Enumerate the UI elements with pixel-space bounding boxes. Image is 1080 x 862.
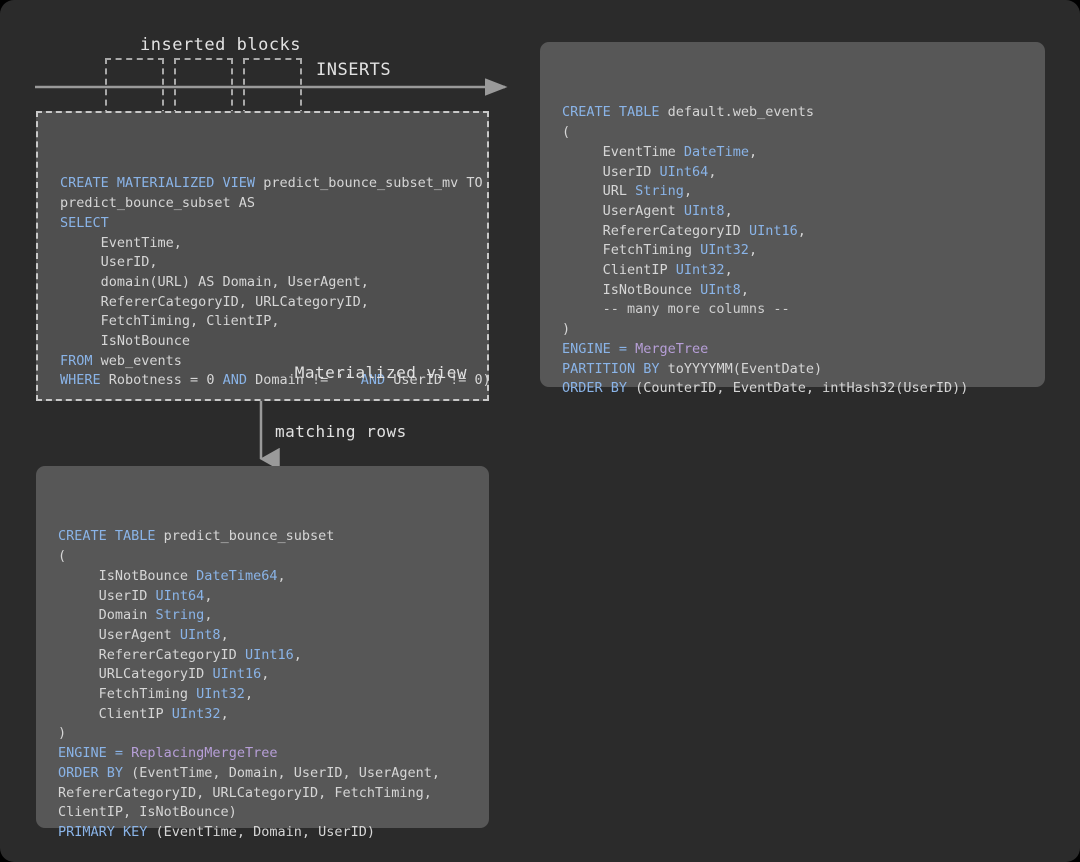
inserted-blocks-label: inserted blocks [140, 35, 302, 55]
code-line: ORDER BY (EventTime, Domain, UserID, Use… [58, 764, 441, 781]
code-line: UserID UInt64, [562, 163, 717, 180]
code-line: URL String, [562, 183, 693, 200]
code-line: FetchTiming UInt32, [562, 242, 758, 259]
code-line: RefererCategoryID UInt16, [58, 646, 302, 663]
materialized-view-code-panel[interactable]: CREATE MATERIALIZED VIEW predict_bounce_… [36, 111, 491, 401]
code-line: RefererCategoryID UInt16, [562, 222, 806, 239]
code-line: RefererCategoryID, URLCategoryID, FetchT… [58, 784, 432, 801]
code-line: ) [562, 321, 571, 338]
code-line: ( [562, 124, 571, 141]
inserted-block-1 [105, 58, 164, 116]
code-line: EventTime, [60, 234, 182, 251]
code-line: IsNotBounce UInt8, [562, 281, 749, 298]
code-line: URLCategoryID UInt16, [58, 666, 270, 683]
web-events-code: CREATE TABLE default.web_events ( EventTi… [562, 103, 1027, 399]
predict-bounce-subset-code: CREATE TABLE predict_bounce_subset ( IsNo… [58, 527, 471, 842]
inserted-block-2 [174, 58, 233, 116]
code-line: ENGINE = MergeTree [562, 340, 709, 357]
inserts-label: INSERTS [316, 60, 392, 80]
code-line: ( [58, 548, 67, 565]
code-line: Domain String, [58, 607, 213, 624]
code-line: ) [58, 725, 67, 742]
code-line: ORDER BY (CounterID, EventDate, intHash3… [562, 380, 969, 397]
predict-bounce-subset-table-code-panel[interactable]: CREATE TABLE predict_bounce_subset ( IsNo… [36, 466, 489, 840]
code-line: predict_bounce_subset AS [60, 195, 256, 212]
code-line: FetchTiming, ClientIP, [60, 313, 280, 330]
web-events-table-code-panel[interactable]: CREATE TABLE default.web_events ( EventTi… [540, 42, 1045, 396]
code-line: UserID UInt64, [58, 587, 213, 604]
code-line: PARTITION BY toYYYYMM(EventDate) [562, 360, 823, 377]
code-line: UserAgent UInt8, [562, 202, 733, 219]
code-line: ClientIP UInt32, [562, 262, 733, 279]
code-line: IsNotBounce DateTime64, [58, 567, 286, 584]
code-line: EventTime DateTime, [562, 143, 758, 160]
code-line: CREATE TABLE predict_bounce_subset [58, 528, 335, 545]
code-line: -- many more columns -- [562, 301, 790, 318]
inserted-block-3 [243, 58, 302, 116]
code-line: domain(URL) AS Domain, UserAgent, [60, 273, 369, 290]
code-line: ENGINE = ReplacingMergeTree [58, 745, 278, 762]
code-line: ClientIP UInt32, [58, 705, 229, 722]
code-line: RefererCategoryID, URLCategoryID, [60, 293, 369, 310]
code-line: FetchTiming UInt32, [58, 686, 254, 703]
code-line: PRIMARY KEY (EventTime, Domain, UserID) [58, 823, 375, 840]
diagram-canvas: inserted blocks INSERTS matching rows CR… [0, 0, 1080, 862]
code-line: UserAgent UInt8, [58, 626, 229, 643]
code-line: UserID, [60, 254, 158, 271]
code-line: IsNotBounce [60, 333, 191, 350]
materialized-view-code: CREATE MATERIALIZED VIEW predict_bounce_… [60, 174, 491, 391]
code-line: ClientIP, IsNotBounce) [58, 804, 237, 821]
materialized-view-caption: Materialized view [294, 363, 467, 383]
code-line: CREATE TABLE default.web_events [562, 104, 814, 121]
code-line: CREATE MATERIALIZED VIEW predict_bounce_… [60, 175, 483, 192]
code-line: SELECT [60, 214, 109, 231]
